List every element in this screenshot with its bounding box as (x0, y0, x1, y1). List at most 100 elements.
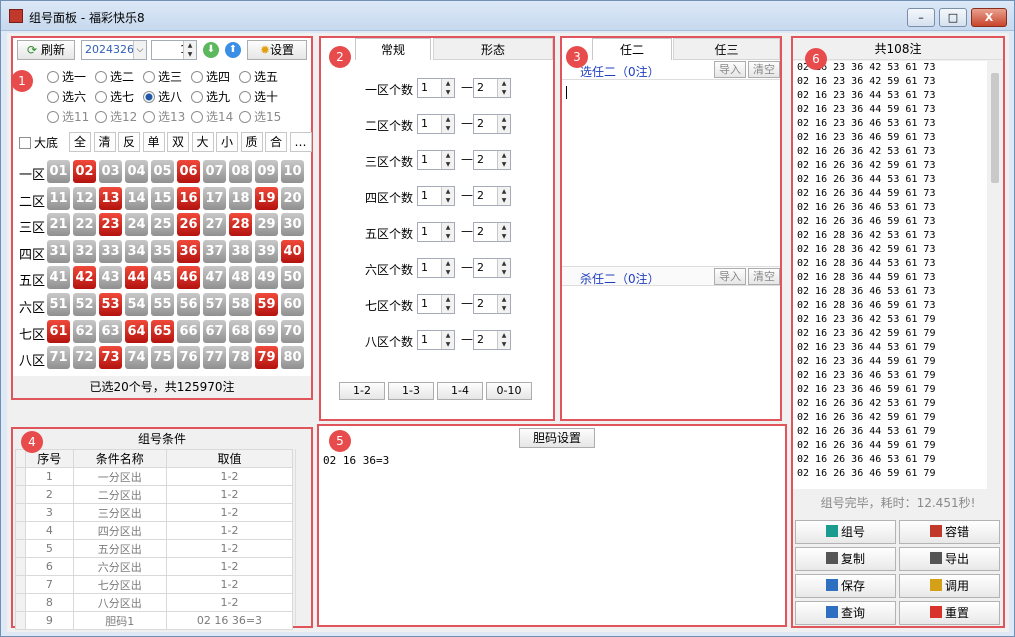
tool-button-4[interactable]: 双 (167, 132, 189, 152)
number-ball[interactable]: 02 (73, 160, 96, 183)
number-ball[interactable]: 68 (229, 319, 252, 343)
conditions-scrollbar[interactable] (295, 449, 309, 625)
number-ball[interactable]: 59 (255, 293, 278, 316)
pick-radio-9[interactable]: 选九 (191, 88, 230, 105)
number-ball[interactable]: 44 (125, 266, 148, 290)
stepper-arrows-icon[interactable]: ▲ ▼ (441, 151, 454, 169)
number-ball[interactable]: 53 (99, 293, 122, 316)
tool-button-0[interactable]: 全 (69, 132, 91, 152)
number-ball[interactable]: 25 (151, 213, 174, 237)
action-button-3[interactable]: 导出 (899, 547, 1000, 571)
pick-radio-11[interactable]: 选11 (47, 108, 89, 125)
table-row[interactable]: 9 胆码1 02 16 36=3 (15, 611, 294, 630)
number-ball[interactable]: 75 (151, 346, 174, 370)
number-ball[interactable]: 71 (47, 346, 70, 370)
range-button-2[interactable]: 1-4 (437, 382, 483, 400)
up-arrow-icon[interactable]: ⬆ (225, 42, 241, 58)
pick-clear-button[interactable]: 清空 (748, 61, 780, 78)
number-ball[interactable]: 28 (229, 213, 252, 237)
number-ball[interactable]: 64 (125, 319, 148, 343)
number-ball[interactable]: 80 (281, 346, 304, 370)
number-ball[interactable]: 54 (125, 293, 148, 316)
pick-radio-10[interactable]: 选十 (239, 88, 278, 105)
number-ball[interactable]: 07 (203, 160, 226, 183)
number-ball[interactable]: 01 (47, 160, 70, 183)
number-ball[interactable]: 16 (177, 186, 200, 210)
number-ball[interactable]: 18 (229, 186, 252, 210)
number-ball[interactable]: 73 (99, 346, 122, 370)
min-stepper[interactable]: 1 ▲ ▼ (417, 186, 455, 206)
number-ball[interactable]: 09 (255, 160, 278, 183)
number-ball[interactable]: 77 (203, 346, 226, 370)
min-stepper[interactable]: 1 ▲ ▼ (417, 330, 455, 350)
max-stepper[interactable]: 2 ▲ ▼ (473, 222, 511, 242)
action-button-1[interactable]: 容错 (899, 520, 1000, 544)
number-ball[interactable]: 66 (177, 319, 200, 343)
stepper-arrows-icon[interactable]: ▲ ▼ (497, 331, 510, 349)
scrollbar-thumb[interactable] (991, 73, 999, 183)
number-ball[interactable]: 70 (281, 319, 304, 343)
tab-pick2[interactable]: 任二 (592, 38, 672, 60)
tool-button-6[interactable]: 小 (216, 132, 238, 152)
refresh-button[interactable]: ⟳ 刷新 (17, 40, 75, 60)
number-ball[interactable]: 78 (229, 346, 252, 370)
action-button-2[interactable]: 复制 (795, 547, 896, 571)
max-stepper[interactable]: 2 ▲ ▼ (473, 150, 511, 170)
number-ball[interactable]: 27 (203, 213, 226, 237)
minimize-button[interactable]: – (907, 8, 935, 27)
action-button-5[interactable]: 调用 (899, 574, 1000, 598)
stepper-arrows-icon[interactable]: ▲ ▼ (441, 115, 454, 133)
tool-button-5[interactable]: 大 (191, 132, 214, 152)
kill-clear-button[interactable]: 清空 (748, 268, 780, 285)
table-row[interactable]: 6 六分区出 1-2 (15, 557, 294, 576)
pick-radio-1[interactable]: 选一 (47, 68, 86, 85)
number-ball[interactable]: 26 (177, 213, 200, 237)
stepper-arrows-icon[interactable]: ▲ ▼ (441, 79, 454, 97)
settings-button[interactable]: ✹设置 (247, 40, 307, 60)
number-ball[interactable]: 17 (203, 186, 226, 210)
number-ball[interactable]: 79 (255, 346, 278, 370)
action-button-4[interactable]: 保存 (795, 574, 896, 598)
number-ball[interactable]: 74 (125, 346, 148, 370)
number-ball[interactable]: 14 (125, 186, 148, 210)
table-row[interactable]: 5 五分区出 1-2 (15, 539, 294, 558)
action-button-0[interactable]: 组号 (795, 520, 896, 544)
min-stepper[interactable]: 1 ▲ ▼ (417, 78, 455, 98)
number-ball[interactable]: 45 (151, 266, 174, 290)
min-stepper[interactable]: 1 ▲ ▼ (417, 150, 455, 170)
number-ball[interactable]: 29 (255, 213, 278, 237)
max-stepper[interactable]: 2 ▲ ▼ (473, 114, 511, 134)
min-stepper[interactable]: 1 ▲ ▼ (417, 222, 455, 242)
stepper-arrows-icon[interactable]: ▲ ▼ (497, 151, 510, 169)
tool-button-3[interactable]: 单 (142, 132, 165, 152)
number-ball[interactable]: 50 (281, 266, 304, 290)
number-ball[interactable]: 60 (281, 293, 304, 316)
range-button-3[interactable]: 0-10 (486, 382, 532, 400)
number-ball[interactable]: 48 (229, 266, 252, 290)
number-ball[interactable]: 20 (281, 186, 304, 210)
issue-select[interactable]: 2024326 ⌵ (81, 40, 147, 60)
min-stepper[interactable]: 1 ▲ ▼ (417, 258, 455, 278)
number-ball[interactable]: 76 (177, 346, 200, 370)
min-stepper[interactable]: 1 ▲ ▼ (417, 114, 455, 134)
number-ball[interactable]: 32 (73, 239, 96, 263)
number-ball[interactable]: 63 (99, 319, 122, 343)
down-arrow-icon[interactable]: ⬇ (203, 42, 219, 58)
number-ball[interactable]: 43 (99, 266, 122, 290)
stepper-arrows-icon[interactable]: ▲ ▼ (497, 115, 510, 133)
number-ball[interactable]: 61 (47, 319, 70, 343)
table-row[interactable]: 2 二分区出 1-2 (15, 485, 294, 504)
number-ball[interactable]: 21 (47, 213, 70, 237)
number-ball[interactable]: 08 (229, 160, 252, 183)
number-ball[interactable]: 38 (229, 239, 252, 263)
stepper-arrows-icon[interactable]: ▲ ▼ (441, 295, 454, 313)
number-ball[interactable]: 47 (203, 266, 226, 290)
number-ball[interactable]: 22 (73, 213, 96, 237)
pick-textarea[interactable] (564, 82, 778, 262)
pick-radio-13[interactable]: 选13 (143, 108, 185, 125)
number-ball[interactable]: 62 (73, 319, 96, 343)
kill-textarea[interactable] (564, 288, 778, 416)
number-ball[interactable]: 42 (73, 266, 96, 290)
tool-button-8[interactable]: 合 (265, 132, 287, 152)
pick-radio-14[interactable]: 选14 (191, 108, 233, 125)
